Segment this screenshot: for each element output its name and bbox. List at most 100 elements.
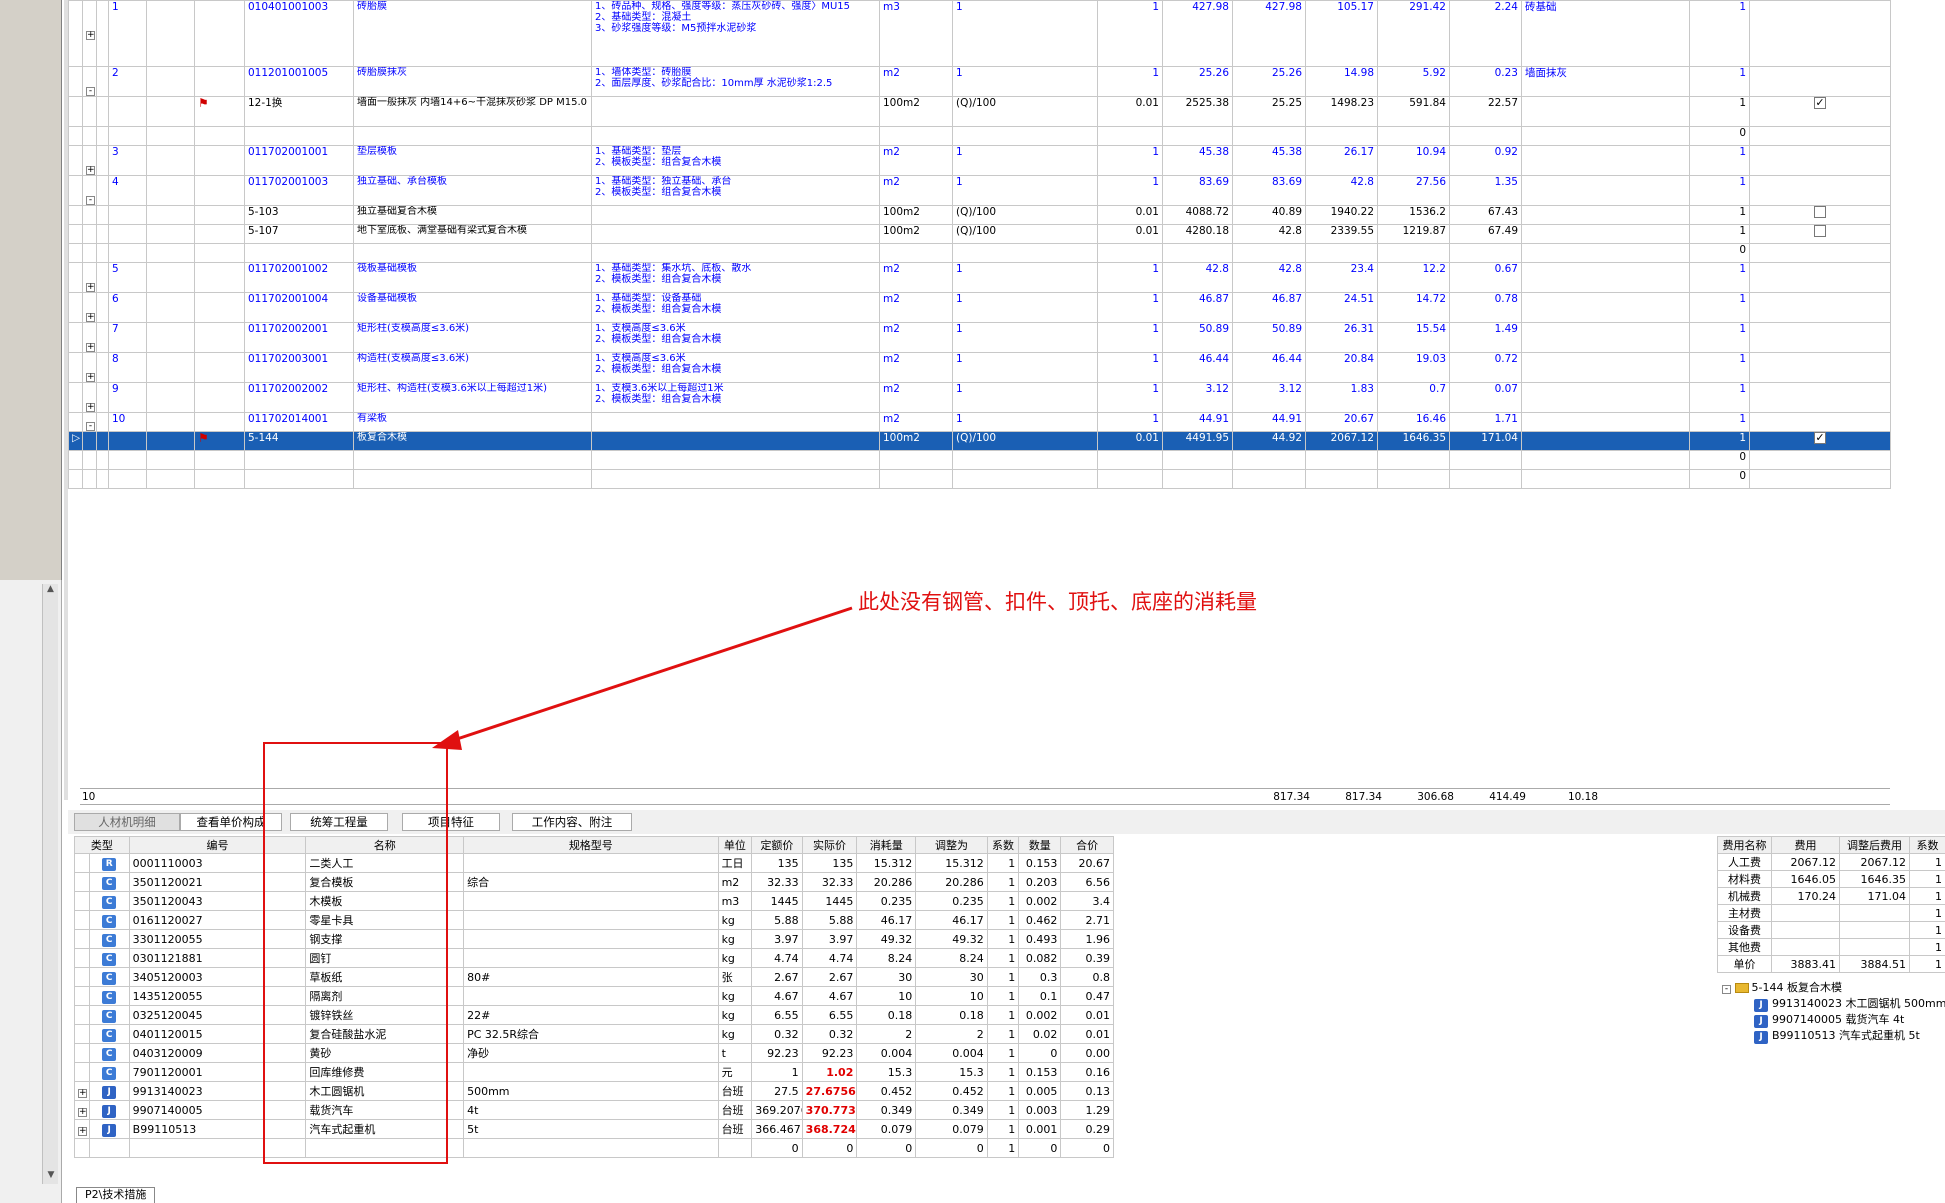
consumption[interactable]: 20.286 (856, 872, 917, 892)
adjusted[interactable]: 0.079 (915, 1119, 988, 1139)
quota-price[interactable]: 135 (751, 853, 803, 873)
consumption[interactable]: 49.32 (856, 929, 917, 949)
resource-row[interactable]: C 0325120045 镀锌铁丝 22# kg 6.55 6.55 0.18 0.18 1 0.0… (74, 1005, 1114, 1025)
tree-cell[interactable]: + (74, 1081, 90, 1101)
resource-unit[interactable]: kg (717, 986, 753, 1006)
resource-spec[interactable] (463, 1062, 719, 1082)
expand-icon[interactable]: + (78, 1088, 87, 1098)
resource-unit[interactable]: kg (717, 929, 753, 949)
total-price[interactable]: 0.13 (1060, 1081, 1114, 1101)
tree-cell[interactable] (74, 891, 90, 911)
fee-row[interactable]: 主材费 1 (1717, 904, 1945, 922)
adjusted[interactable]: 10 (915, 986, 988, 1006)
quantity[interactable]: 0.462 (1018, 910, 1062, 930)
quantity[interactable]: 0.005 (1018, 1081, 1062, 1101)
resource-row[interactable]: C 0403120009 黄砂 净砂 t 92.23 92.23 0.004 0.004 1 0 0.… (74, 1043, 1114, 1063)
coefficient[interactable]: 1 (986, 891, 1020, 911)
adjusted[interactable]: 8.24 (915, 948, 988, 968)
coefficient[interactable]: 1 (986, 1043, 1020, 1063)
resource-unit[interactable]: 张 (717, 967, 753, 987)
quota-price[interactable]: 369.2076 (751, 1100, 803, 1120)
actual-price[interactable]: 32.33 (801, 872, 858, 892)
resource-spec[interactable] (463, 891, 719, 911)
quota-price[interactable]: 2.67 (751, 967, 803, 987)
column-header[interactable]: 消耗量 (856, 836, 917, 854)
resource-spec[interactable] (463, 948, 719, 968)
coefficient[interactable]: 1 (986, 1024, 1020, 1044)
resource-spec[interactable]: 500mm (463, 1081, 719, 1101)
adjusted[interactable]: 0.349 (915, 1100, 988, 1120)
adjusted[interactable]: 30 (915, 967, 988, 987)
coefficient[interactable]: 1 (986, 872, 1020, 892)
actual-price[interactable]: 368.724 (801, 1119, 858, 1139)
quantity[interactable]: 0.203 (1018, 872, 1062, 892)
resource-spec[interactable]: 22# (463, 1005, 719, 1025)
total-price[interactable]: 20.67 (1060, 853, 1114, 873)
total-price[interactable]: 6.56 (1060, 872, 1114, 892)
resource-row[interactable]: C 0401120015 复合硅酸盐水泥 PC 32.5R综合 kg 0.32 0.32 2 2… (74, 1024, 1114, 1044)
quota-price[interactable]: 32.33 (751, 872, 803, 892)
adjusted[interactable]: 49.32 (915, 929, 988, 949)
resource-unit[interactable]: t (717, 1043, 753, 1063)
resource-unit[interactable]: m3 (717, 891, 753, 911)
quota-price[interactable]: 366.467 (751, 1119, 803, 1139)
actual-price[interactable]: 92.23 (801, 1043, 858, 1063)
coefficient[interactable]: 1 (986, 929, 1020, 949)
coefficient[interactable]: 1 (986, 967, 1020, 987)
resource-spec[interactable]: 5t (463, 1119, 719, 1139)
quota-price[interactable]: 3.97 (751, 929, 803, 949)
consumption[interactable]: 0.452 (856, 1081, 917, 1101)
actual-price[interactable]: 135 (801, 853, 858, 873)
actual-price[interactable]: 27.6756 (801, 1081, 858, 1101)
column-header[interactable]: 合价 (1060, 836, 1114, 854)
quota-price[interactable]: 1445 (751, 891, 803, 911)
coefficient[interactable]: 1 (986, 853, 1020, 873)
consumption[interactable]: 0.004 (856, 1043, 917, 1063)
quantity[interactable]: 0.02 (1018, 1024, 1062, 1044)
quota-price[interactable]: 5.88 (751, 910, 803, 930)
coefficient[interactable]: 1 (986, 1081, 1020, 1101)
column-header[interactable]: 数量 (1018, 836, 1062, 854)
total-price[interactable]: 2.71 (1060, 910, 1114, 930)
total-price[interactable]: 1.29 (1060, 1100, 1114, 1120)
consumption[interactable]: 8.24 (856, 948, 917, 968)
resource-spec[interactable] (463, 853, 719, 873)
tree-cell[interactable] (74, 929, 90, 949)
coefficient[interactable]: 1 (986, 986, 1020, 1006)
resource-unit[interactable]: kg (717, 910, 753, 930)
consumption[interactable]: 0.349 (856, 1100, 917, 1120)
resource-row[interactable]: C 3301120055 钢支撑 kg 3.97 3.97 49.32 49.32 1 0.493… (74, 929, 1114, 949)
quota-price[interactable]: 0.32 (751, 1024, 803, 1044)
total-price[interactable]: 0.00 (1060, 1043, 1114, 1063)
resource-spec[interactable]: PC 32.5R综合 (463, 1024, 719, 1044)
column-header[interactable]: 实际价 (801, 836, 858, 854)
resource-spec[interactable]: 综合 (463, 872, 719, 892)
tab-labor-material-machine[interactable]: 人材机明细 (74, 813, 180, 831)
fee-row[interactable]: 人工费 2067.12 2067.12 1 (1717, 853, 1945, 871)
adjusted[interactable]: 0.004 (915, 1043, 988, 1063)
fee-row[interactable]: 材料费 1646.05 1646.35 1 (1717, 870, 1945, 888)
adjusted[interactable]: 15.312 (915, 853, 988, 873)
total-price[interactable]: 0.39 (1060, 948, 1114, 968)
fee-row[interactable]: 机械费 170.24 171.04 1 (1717, 887, 1945, 905)
coefficient[interactable]: 1 (986, 1100, 1020, 1120)
quota-price[interactable]: 4.67 (751, 986, 803, 1006)
fee-header[interactable]: 调整后费用 (1839, 836, 1910, 854)
total-price[interactable]: 0.01 (1060, 1024, 1114, 1044)
resource-row[interactable]: C 3405120003 草板纸 80# 张 2.67 2.67 30 30 1 0.3 0.8 (74, 967, 1114, 987)
resource-spec[interactable] (463, 910, 719, 930)
resource-spec[interactable]: 4t (463, 1100, 719, 1120)
adjusted[interactable]: 20.286 (915, 872, 988, 892)
actual-price[interactable]: 2.67 (801, 967, 858, 987)
coefficient[interactable]: 1 (986, 1005, 1020, 1025)
resource-unit[interactable]: 台班 (717, 1100, 753, 1120)
actual-price[interactable]: 0.32 (801, 1024, 858, 1044)
tree-cell[interactable] (74, 872, 90, 892)
consumption[interactable]: 0.18 (856, 1005, 917, 1025)
quantity[interactable]: 0.1 (1018, 986, 1062, 1006)
actual-price[interactable]: 1.02 (801, 1062, 858, 1082)
resource-row[interactable]: +J9907140005载货汽车4t台班369.2076370.7730.349… (74, 1100, 1114, 1120)
consumption[interactable]: 30 (856, 967, 917, 987)
column-header[interactable]: 类型 (74, 836, 130, 854)
fee-row[interactable]: 设备费 1 (1717, 921, 1945, 939)
